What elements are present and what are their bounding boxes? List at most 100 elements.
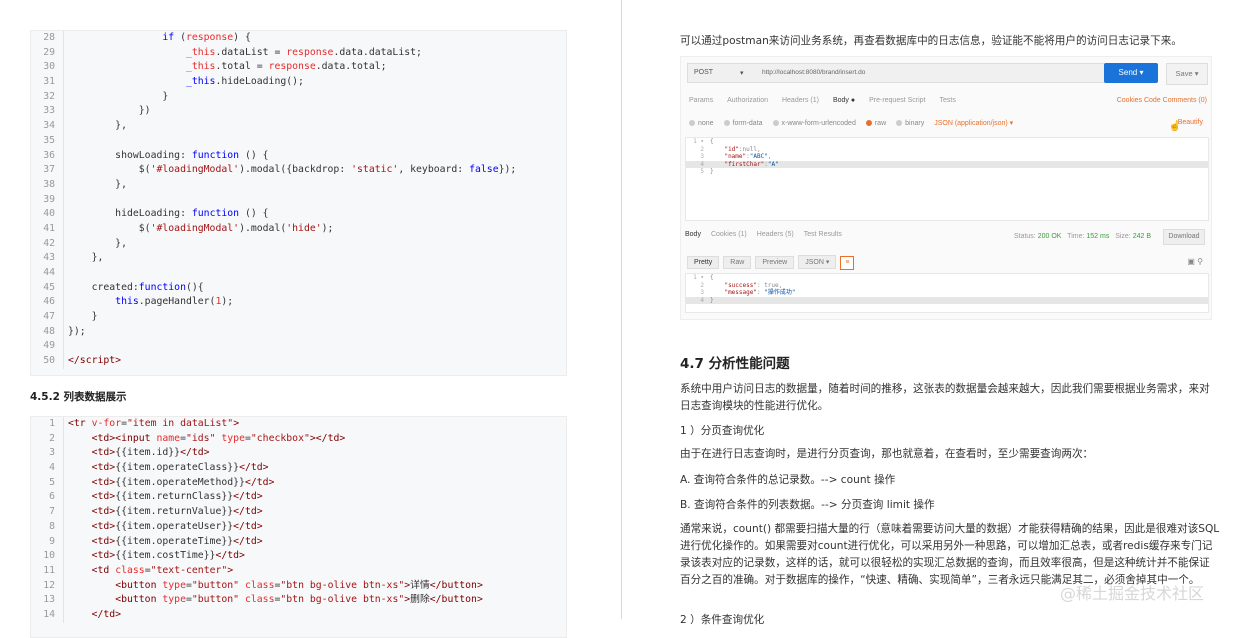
page-divider — [621, 0, 622, 619]
line-number: 5 — [31, 475, 64, 491]
search-icon[interactable]: ⚲ — [1197, 257, 1203, 266]
response-tab-cookies-1[interactable]: Cookies (1) — [711, 231, 747, 238]
tab-authorization[interactable]: Authorization — [727, 97, 768, 104]
line-number: 46 — [31, 295, 64, 311]
line-number: 30 — [31, 60, 64, 76]
line-number: 9 — [31, 534, 64, 550]
code-text: } — [68, 311, 98, 323]
tab-tests[interactable]: Tests — [940, 97, 956, 104]
code-line: 45 created:function(){ — [31, 280, 566, 296]
download-button[interactable]: Download — [1163, 229, 1205, 245]
tab-params[interactable]: Params — [689, 97, 713, 104]
tab-body[interactable]: Body ● — [833, 97, 855, 104]
line-number: 44 — [31, 266, 64, 281]
code-text: <td>{{item.costTime}}</td> — [91, 550, 245, 562]
response-tab-body[interactable]: Body — [685, 231, 701, 238]
radio-none[interactable]: none — [689, 120, 714, 127]
line-number: 6 — [31, 490, 64, 506]
code-line: 5} — [686, 168, 1208, 176]
line-number: 42 — [31, 236, 64, 252]
code-text: } — [68, 90, 169, 102]
postman-screenshot: POST ▾ http://localhost:8080/brand/inser… — [680, 56, 1212, 320]
line-number: 28 — [31, 31, 64, 46]
code-line: 43 }, — [31, 251, 566, 267]
format-select[interactable]: JSON ▾ — [798, 255, 837, 269]
view-pretty[interactable]: Pretty — [687, 256, 720, 269]
code-text: } — [710, 168, 714, 175]
code-text: "message": "操作成功" — [724, 289, 796, 296]
code-line: 4 "firstChar":"A" — [686, 160, 1208, 168]
code-line: 49 — [31, 339, 566, 355]
code-line: 7 <td>{{item.returnValue}}</td> — [31, 505, 566, 520]
code-line: 39 — [31, 192, 566, 208]
tab-pre-request-script[interactable]: Pre-request Script — [869, 97, 925, 104]
line-number: 37 — [31, 163, 64, 178]
code-line: 30 _this.total = response.data.total; — [31, 60, 566, 76]
code-line: 2 "id":null, — [686, 146, 1208, 154]
line-number: 35 — [31, 133, 64, 149]
code-line: 6 <td>{{item.returnClass}}</td> — [31, 490, 566, 506]
tab-headers-1[interactable]: Headers (1) — [782, 97, 819, 104]
heading-4-7: 4.7 分析性能问题 — [680, 356, 790, 372]
code-line: 2 <td><input name="ids" type="checkbox">… — [31, 431, 566, 447]
code-line: 4} — [686, 296, 1208, 304]
intro-paragraph: 可以通过postman来访问业务系统，再查看数据库中的日志信息，验证能不能将用户… — [680, 35, 1182, 47]
code-line: 13 <button type="button" class="btn bg-o… — [31, 593, 566, 608]
code-text: _this.total = response.data.total; — [185, 61, 387, 73]
response-tab-headers-5[interactable]: Headers (5) — [757, 231, 794, 238]
code-line: 38 }, — [31, 177, 566, 193]
code-line: 40 hideLoading: function () { — [31, 207, 566, 222]
radio-form-data[interactable]: form-data — [723, 120, 763, 127]
mouse-cursor-icon: ☝ — [1168, 121, 1181, 132]
code-text: showLoading: function () { — [68, 149, 269, 161]
content-type-select[interactable]: JSON (application/json) ▾ — [934, 120, 1013, 127]
line-number: 7 — [31, 505, 64, 520]
code-line: 31 _this.hideLoading(); — [31, 75, 566, 90]
line-number: 1 ▾ — [693, 138, 704, 145]
code-text: _this.hideLoading(); — [185, 76, 304, 88]
radio-raw[interactable]: raw — [865, 120, 886, 127]
response-tab-test-results[interactable]: Test Results — [804, 231, 842, 238]
line-number: 13 — [31, 593, 64, 608]
code-line: 42 }, — [31, 236, 566, 252]
url-input[interactable]: http://localhost:8080/brand/insert.do — [762, 69, 865, 76]
save-button[interactable]: Save ▾ — [1166, 63, 1208, 85]
send-button[interactable]: Send ▾ — [1104, 63, 1158, 83]
code-text: }); — [68, 325, 86, 337]
view-raw[interactable]: Raw — [723, 256, 752, 269]
line-number: 49 — [31, 339, 64, 355]
code-text: <td>{{item.operateTime}}</td> — [91, 535, 263, 547]
code-text: "firstChar":"A" — [724, 160, 779, 168]
beautify-link[interactable]: Beautify — [1178, 119, 1203, 126]
code-text: $('#loadingModal').modal('hide'); — [68, 222, 334, 234]
line-number: 14 — [31, 607, 64, 623]
line-number: 36 — [31, 148, 64, 164]
code-text: }, — [68, 120, 127, 132]
code-line: 5 <td>{{item.operateMethod}}</td> — [31, 475, 566, 491]
code-text: <td>{{item.returnClass}}</td> — [91, 491, 263, 503]
view-preview[interactable]: Preview — [755, 256, 795, 269]
method-select[interactable]: POST — [694, 69, 713, 76]
copy-icon[interactable]: ▣ — [1187, 257, 1195, 266]
radio-binary[interactable]: binary — [896, 120, 924, 127]
cookies-code-links[interactable]: Cookies Code Comments (0) — [1117, 97, 1207, 104]
code-line: 3 "message": "操作成功" — [686, 289, 1208, 297]
code-text: <td class="text-center"> — [91, 564, 234, 576]
section-title-4-5-2: 4.5.2 列表数据展示 — [30, 391, 127, 403]
code-line: 9 <td>{{item.operateTime}}</td> — [31, 534, 566, 550]
code-line: 10 <td>{{item.costTime}}</td> — [31, 549, 566, 564]
watermark: @稀土掘金技术社区 — [1060, 584, 1205, 603]
radio-x-www-form-urlencoded[interactable]: x-www-form-urlencoded — [772, 120, 856, 127]
paragraph-7: 2 ）条件查询优化 — [680, 614, 765, 626]
code-line: 46 this.pageHandler(1); — [31, 295, 566, 311]
code-line: 28 if (response) { — [31, 31, 566, 46]
request-body-editor[interactable]: 1 ▾{2 "id":null, 3 "name":"ABC", 4 "firstC… — [685, 137, 1209, 221]
code-line: 37 $('#loadingModal').modal({backdrop: '… — [31, 163, 566, 178]
paragraph-3: 由于在进行日志查询时，是进行分页查询，那也就意着，在查看时，至少需要查询两次： — [680, 448, 1094, 460]
code-line: 34 }, — [31, 119, 566, 134]
url-bar[interactable]: POST ▾ http://localhost:8080/brand/inser… — [687, 63, 1107, 83]
left-page: 28 if (response) {29 _this.dataList = re… — [0, 0, 620, 638]
code-line: 44 — [31, 266, 566, 281]
code-text: <td><input name="ids" type="checkbox"></… — [91, 432, 346, 444]
wrap-lines-icon[interactable]: ≡ — [840, 256, 855, 270]
